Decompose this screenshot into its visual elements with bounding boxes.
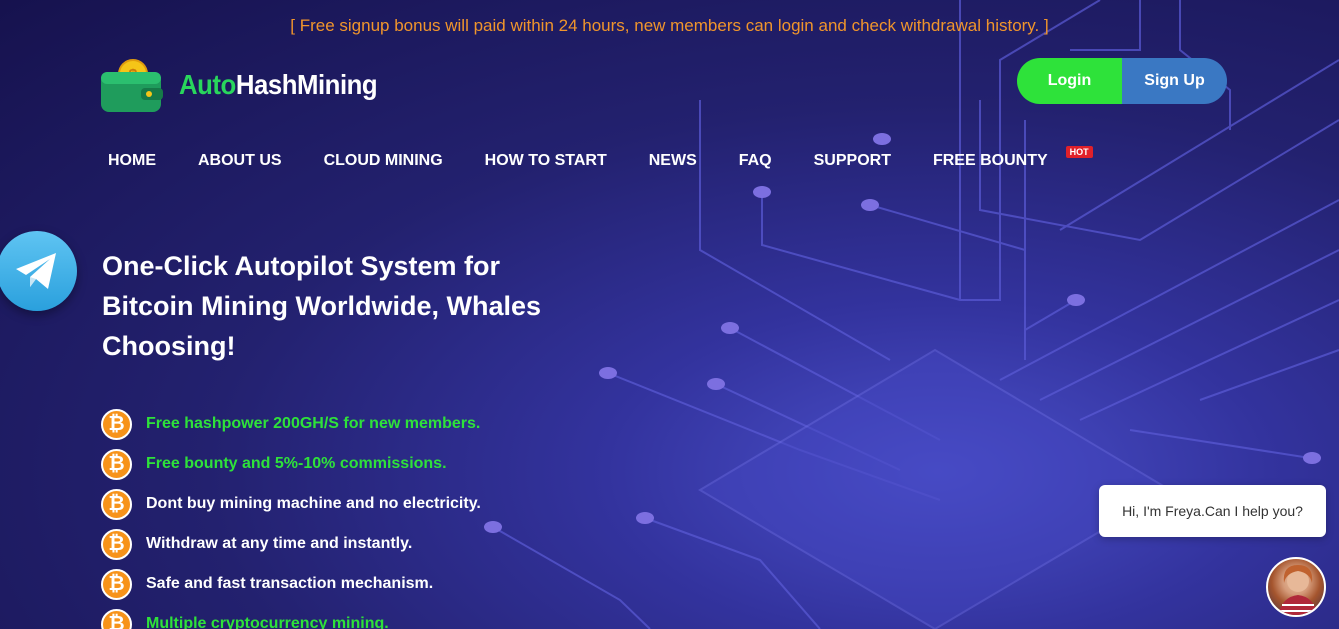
feature-text: Free bounty and 5%-10% commissions.: [146, 455, 447, 472]
feature-text: Dont buy mining machine and no electrici…: [146, 495, 481, 512]
nav-home[interactable]: HOME: [108, 152, 156, 170]
feature-item: ₿ Dont buy mining machine and no electri…: [101, 484, 481, 524]
signup-button[interactable]: Sign Up: [1122, 58, 1227, 104]
bitcoin-icon: ₿: [101, 408, 132, 440]
hero-title: One-Click Autopilot System for Bitcoin M…: [102, 251, 542, 361]
bitcoin-icon: ₿: [101, 528, 132, 560]
brand-name: AutoHashMining: [179, 69, 378, 101]
bitcoin-icon: ₿: [101, 608, 132, 629]
feature-item: ₿ Safe and fast transaction mechanism.: [101, 564, 481, 604]
main-nav: HOME ABOUT US CLOUD MINING HOW TO START …: [108, 146, 1093, 170]
auth-buttons: Login Sign Up: [1017, 58, 1227, 104]
feature-text: Multiple cryptocurrency mining.: [146, 615, 389, 629]
nav-support[interactable]: SUPPORT: [814, 152, 891, 170]
nav-how-to-start[interactable]: HOW TO START: [485, 152, 607, 170]
nav-free-bounty-label: FREE BOUNTY: [932, 152, 1048, 169]
feature-item: ₿ Withdraw at any time and instantly.: [101, 524, 481, 564]
feature-text: Withdraw at any time and instantly.: [146, 535, 413, 552]
hot-badge: HOT: [1065, 146, 1093, 158]
feature-item: ₿ Free bounty and 5%-10% commissions.: [101, 444, 481, 484]
nav-cloud-mining[interactable]: CLOUD MINING: [324, 152, 443, 170]
feature-item: ₿ Multiple cryptocurrency mining.: [101, 604, 481, 629]
chat-greeting-bubble[interactable]: Hi, I'm Freya.Can I help you?: [1099, 485, 1326, 537]
brand-logo[interactable]: $ AutoHashMining: [101, 58, 394, 112]
telegram-icon: [16, 253, 56, 289]
nav-news[interactable]: NEWS: [649, 152, 697, 170]
bitcoin-icon: ₿: [101, 488, 132, 520]
chat-agent-avatar[interactable]: [1266, 557, 1326, 617]
login-button[interactable]: Login: [1017, 58, 1122, 104]
telegram-button[interactable]: [0, 231, 77, 311]
bitcoin-icon: ₿: [101, 568, 132, 600]
feature-text: Free hashpower 200GH/S for new members.: [146, 415, 481, 432]
brand-name-part1: Auto: [179, 69, 236, 100]
feature-text: Safe and fast transaction mechanism.: [146, 575, 434, 592]
feature-list: ₿ Free hashpower 200GH/S for new members…: [101, 404, 481, 629]
nav-about-us[interactable]: ABOUT US: [198, 152, 282, 170]
feature-item: ₿ Free hashpower 200GH/S for new members…: [101, 404, 481, 444]
nav-free-bounty[interactable]: FREE BOUNTY HOT: [932, 146, 1093, 170]
announcement-bar: [ Free signup bonus will paid within 24 …: [290, 16, 1049, 35]
wallet-coin-icon: $: [101, 58, 165, 112]
nav-faq[interactable]: FAQ: [739, 152, 772, 170]
brand-name-part2: HashMining: [235, 69, 378, 100]
bitcoin-icon: ₿: [101, 448, 132, 480]
